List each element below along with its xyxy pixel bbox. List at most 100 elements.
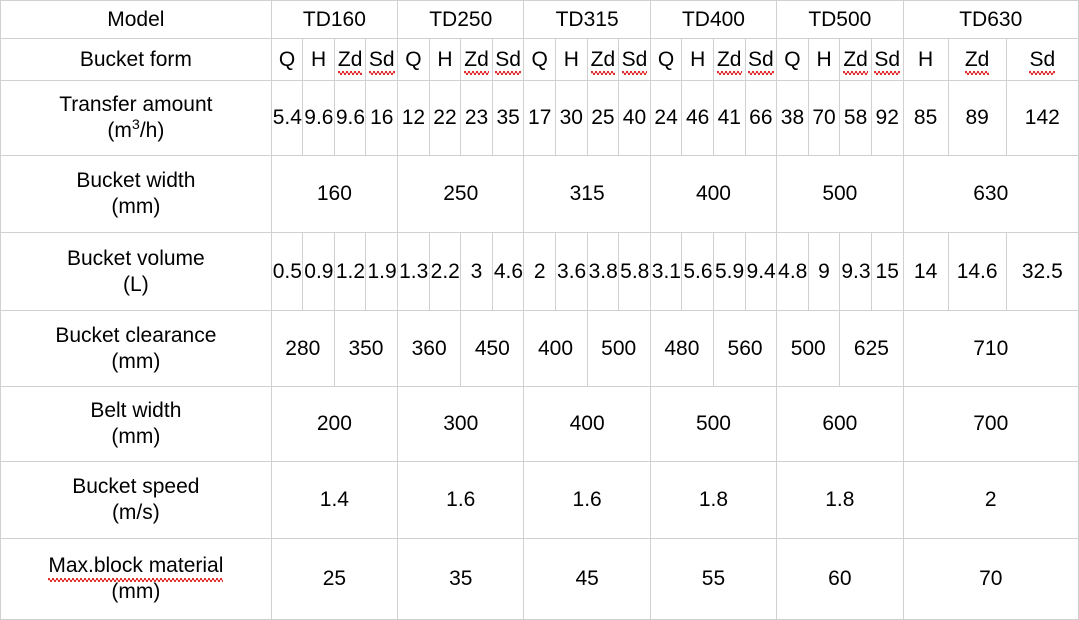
bucket-clearance-td500-a: 500 (776, 310, 841, 387)
bucket-form-td500-sd: Sd (870, 38, 904, 81)
bucket-elevator-spec-table: Model TD160 TD250 TD315 TD400 TD500 TD63… (0, 0, 1079, 620)
bucket-form-td250-zd: Zd (460, 38, 493, 81)
row-label-transfer-amount-unit: (m3/h) (107, 117, 165, 142)
table-row-bucket-speed: Bucket speed (m/s) 1.4 1.6 1.6 1.8 1.8 2 (0, 461, 1079, 539)
row-label-bucket-width: Bucket width (mm) (0, 155, 272, 233)
bucket-width-td400: 400 (649, 155, 778, 233)
bucket-form-td315-h: H (555, 38, 588, 81)
table-row-bucket-width: Bucket width (mm) 160 250 315 400 500 63… (0, 155, 1079, 233)
max-block-material-td500: 60 (776, 538, 904, 620)
row-label-bucket-speed-text: Bucket speed (72, 475, 200, 499)
bucket-width-td500: 500 (776, 155, 904, 233)
bucket-width-td315: 315 (523, 155, 651, 233)
bucket-volume-td400-sd: 9.4 (744, 232, 778, 311)
model-td250: TD250 (397, 0, 525, 39)
bucket-volume-td160-q: 0.5 (270, 232, 304, 311)
row-label-bucket-volume-unit: (L) (123, 272, 149, 296)
bucket-form-td315-zd: Zd (586, 38, 620, 81)
table-row-max-block-material: Max.block material (mm) 25 35 45 55 60 7… (0, 538, 1079, 620)
max-block-material-td250: 35 (397, 538, 525, 620)
bucket-form-td160-zd: Zd (333, 38, 367, 81)
transfer-amount-td160-q: 5.4 (270, 80, 304, 156)
bucket-form-td250-h: H (428, 38, 462, 81)
bucket-clearance-td315-a: 400 (523, 310, 588, 387)
row-label-belt-width-text: Belt width (90, 399, 182, 423)
bucket-volume-td250-q: 1.3 (397, 232, 430, 311)
transfer-amount-td500-zd: 58 (839, 80, 872, 156)
transfer-amount-td250-q: 12 (397, 80, 430, 156)
max-block-material-td400: 55 (649, 538, 778, 620)
bucket-form-td400-h: H (681, 38, 714, 81)
table-row-belt-width: Belt width (mm) 200 300 400 500 600 700 (0, 386, 1079, 462)
bucket-volume-td630-sd: 32.5 (1005, 232, 1079, 311)
bucket-volume-td315-h: 3.6 (555, 232, 588, 311)
bucket-speed-td250: 1.6 (397, 461, 525, 539)
bucket-volume-td160-zd: 1.2 (333, 232, 367, 311)
bucket-form-td630-h: H (902, 38, 949, 81)
bucket-form-td500-h: H (807, 38, 841, 81)
transfer-amount-td630-h: 85 (902, 80, 949, 156)
model-td500: TD500 (776, 0, 904, 39)
bucket-form-td630-zd: Zd (947, 38, 1007, 81)
row-label-bucket-form: Bucket form (0, 38, 272, 81)
bucket-clearance-td160-b: 350 (333, 310, 399, 387)
transfer-amount-td315-sd: 40 (618, 80, 651, 156)
bucket-form-td250-q: Q (397, 38, 430, 81)
table-row-model: Model TD160 TD250 TD315 TD400 TD500 TD63… (0, 0, 1079, 39)
bucket-clearance-td250-a: 360 (397, 310, 462, 387)
bucket-volume-td500-q: 4.8 (776, 232, 809, 311)
model-td160: TD160 (270, 0, 399, 39)
row-label-bucket-clearance-text: Bucket clearance (55, 323, 217, 347)
belt-width-td500: 600 (776, 386, 904, 462)
bucket-form-td400-sd: Sd (744, 38, 778, 81)
bucket-volume-td315-sd: 5.8 (618, 232, 651, 311)
bucket-clearance-td250-b: 450 (460, 310, 525, 387)
transfer-amount-td250-zd: 23 (460, 80, 493, 156)
transfer-amount-td630-sd: 142 (1005, 80, 1079, 156)
row-label-bucket-width-unit: (mm) (111, 195, 161, 218)
bucket-volume-td315-zd: 3.8 (586, 232, 620, 311)
row-label-model: Model (0, 0, 272, 39)
row-label-bucket-clearance: Bucket clearance (mm) (0, 310, 272, 387)
table-row-bucket-volume: Bucket volume (L) 0.5 0.9 1.2 1.9 1.3 2.… (0, 232, 1079, 311)
bucket-form-td160-q: Q (270, 38, 304, 81)
row-label-max-block-material: Max.block material (mm) (0, 538, 272, 620)
bucket-form-td160-h: H (302, 38, 335, 81)
model-td400: TD400 (649, 0, 778, 39)
transfer-amount-td250-sd: 35 (491, 80, 525, 156)
bucket-form-td630-sd: Sd (1005, 38, 1079, 81)
belt-width-td630: 700 (902, 386, 1079, 462)
row-label-belt-width: Belt width (mm) (0, 386, 272, 462)
transfer-amount-td160-sd: 16 (365, 80, 399, 156)
row-label-transfer-amount-text: Transfer amount (59, 93, 213, 117)
row-label-bucket-clearance-unit: (mm) (111, 349, 161, 373)
row-label-belt-width-unit: (mm) (111, 425, 161, 448)
belt-width-td250: 300 (397, 386, 525, 462)
bucket-form-td315-q: Q (523, 38, 557, 81)
transfer-amount-td400-h: 46 (681, 80, 714, 156)
table-row-bucket-form: Bucket form Q H Zd Sd Q H Zd Sd Q H Zd S… (0, 38, 1079, 81)
row-label-max-block-material-unit: (mm) (111, 580, 161, 603)
bucket-volume-td630-h: 14 (902, 232, 949, 311)
bucket-width-td630: 630 (902, 155, 1079, 233)
belt-width-td400: 500 (649, 386, 778, 462)
transfer-amount-td315-zd: 25 (586, 80, 620, 156)
bucket-form-td400-zd: Zd (712, 38, 746, 81)
bucket-volume-td250-sd: 4.6 (491, 232, 525, 311)
bucket-form-td500-zd: Zd (839, 38, 872, 81)
transfer-amount-td500-h: 70 (807, 80, 841, 156)
bucket-volume-td500-zd: 9.3 (839, 232, 872, 311)
transfer-amount-td400-zd: 41 (712, 80, 746, 156)
row-label-bucket-volume: Bucket volume (L) (0, 232, 272, 311)
bucket-volume-td630-zd: 14.6 (947, 232, 1007, 311)
transfer-amount-td500-sd: 92 (870, 80, 904, 156)
transfer-amount-td315-h: 30 (555, 80, 588, 156)
bucket-speed-td400: 1.8 (649, 461, 778, 539)
belt-width-td160: 200 (270, 386, 399, 462)
bucket-form-td315-sd: Sd (618, 38, 651, 81)
bucket-form-td500-q: Q (776, 38, 809, 81)
bucket-speed-td630: 2 (902, 461, 1079, 539)
bucket-volume-td315-q: 2 (523, 232, 557, 311)
transfer-amount-td500-q: 38 (776, 80, 809, 156)
bucket-clearance-td315-b: 500 (586, 310, 651, 387)
